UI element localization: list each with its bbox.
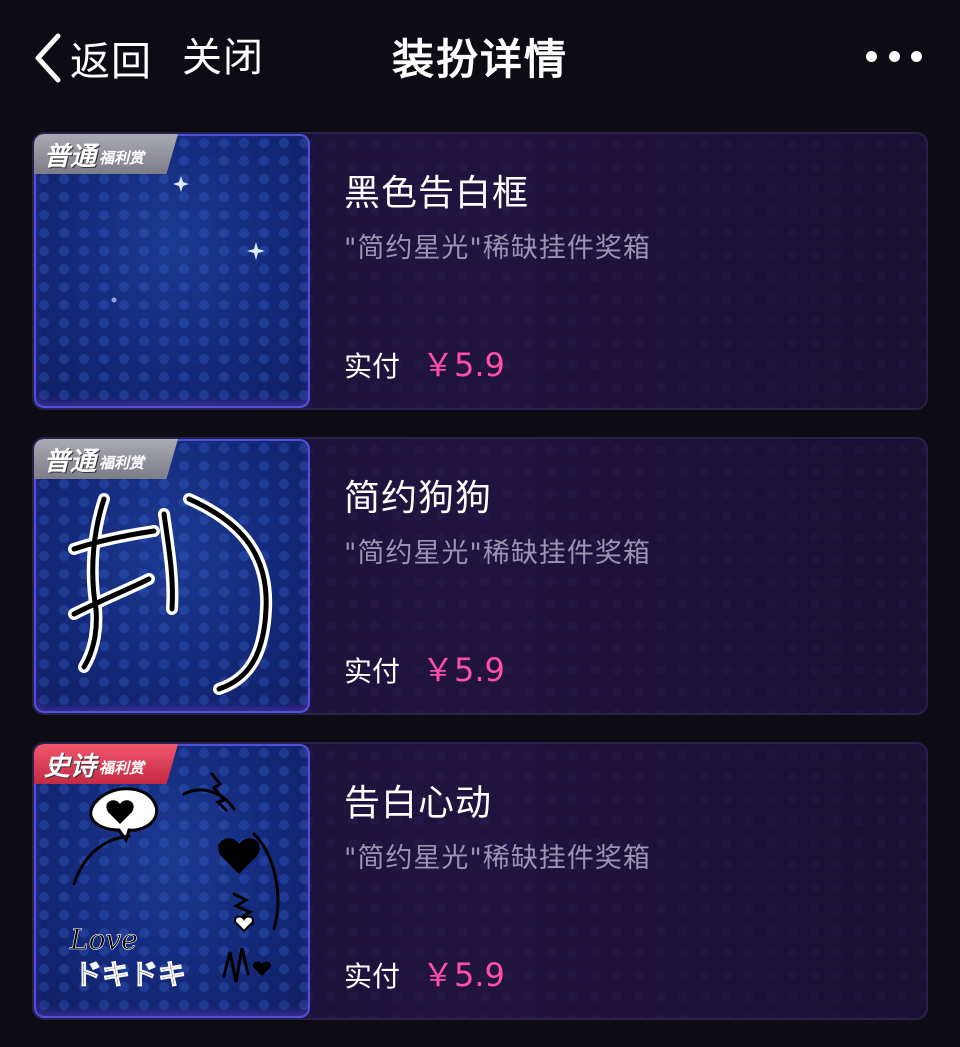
item-thumbnail: Love ドキドキ 史诗 福利赏 [34,744,310,1018]
price-label: 实付 [344,960,401,993]
item-source: "简约星光"稀缺挂件奖箱 [344,843,651,874]
rarity-badge: 普通 福利赏 [34,439,178,479]
item-source: "简约星光"稀缺挂件奖箱 [344,538,651,569]
rarity-badge: 史诗 福利赏 [34,744,178,784]
price-label: 实付 [344,655,401,688]
price-value: ￥5.9 [422,956,505,994]
item-name: 简约狗狗 [344,478,493,519]
list-item[interactable]: 普通 福利赏 简约狗狗 "简约星光"稀缺挂件奖箱 实付 ￥5.9 [32,437,928,715]
price-label: 实付 [344,350,401,383]
item-name: 告白心动 [344,783,493,824]
price-row: 实付 ￥5.9 [344,340,505,386]
back-button[interactable]: 返回 [30,28,152,88]
item-source: "简约星光"稀缺挂件奖箱 [344,233,651,264]
item-list: 普通 福利赏 黑色告白框 "简约星光"稀缺挂件奖箱 实付 ￥5.9 普通 福利赏… [32,132,928,1047]
price-row: 实付 ￥5.9 [344,950,505,996]
price-value: ￥5.9 [422,346,505,384]
sparkle-icon [111,176,265,303]
more-options-icon[interactable] [866,46,922,66]
price-row: 实付 ￥5.9 [344,645,505,691]
top-bar: 返回 关闭 装扮详情 [0,0,960,120]
doki-text: ドキドキ [74,958,186,991]
love-text: Love [69,923,138,956]
rarity-badge: 普通 福利赏 [34,134,178,174]
love-doki-doodle-icon: Love ドキドキ [69,772,280,992]
close-button[interactable]: 关闭 [182,28,264,88]
list-item[interactable]: 普通 福利赏 黑色告白框 "简约星光"稀缺挂件奖箱 实付 ￥5.9 [32,132,928,410]
dog-doodle-icon [68,493,273,695]
chevron-left-icon [35,33,61,83]
item-name: 黑色告白框 [344,173,530,214]
item-thumbnail: 普通 福利赏 [34,439,310,713]
price-value: ￥5.9 [422,651,505,689]
list-item[interactable]: Love ドキドキ 史诗 福利赏 告白心动 "简约星光"稀缺挂件奖箱 实付 ￥5… [32,742,928,1020]
back-label: 返回 [70,39,152,85]
item-thumbnail: 普通 福利赏 [34,134,310,408]
